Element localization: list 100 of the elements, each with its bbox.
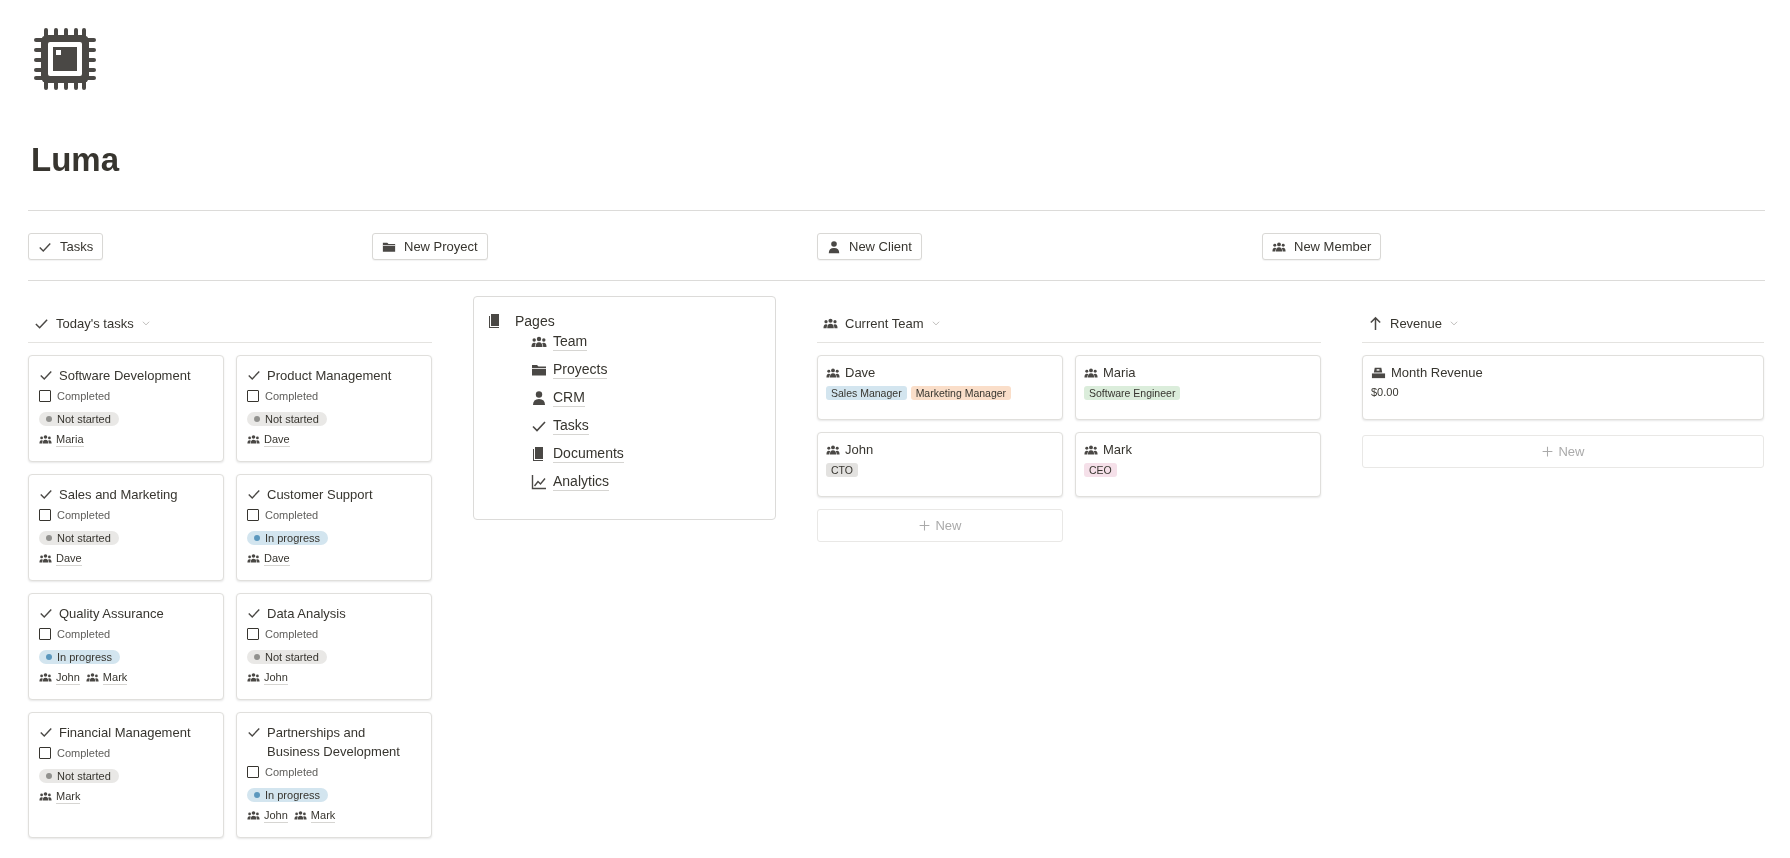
people-icon <box>247 433 260 446</box>
quick-action-button[interactable]: New Member <box>1262 233 1382 260</box>
checkbox[interactable] <box>39 747 51 759</box>
cash-register-icon <box>1371 365 1386 380</box>
member-name: John <box>845 442 874 457</box>
quick-action-button[interactable]: Tasks <box>28 233 104 260</box>
chevron-down-icon <box>140 318 151 328</box>
task-title: Product Management <box>267 367 392 385</box>
task-title: Customer Support <box>267 486 373 504</box>
check-icon <box>39 725 53 739</box>
check-icon <box>39 368 53 382</box>
quick-action-button[interactable]: New Client <box>817 233 922 260</box>
role-tag: Software Engineer <box>1084 386 1181 400</box>
task-card[interactable]: Product Management Completed Not started Dave <box>236 355 432 462</box>
checkbox[interactable] <box>247 766 259 778</box>
checkbox-label: Completed <box>57 628 111 640</box>
folder-icon <box>531 362 547 378</box>
chevron-down-icon <box>930 318 941 328</box>
checkbox[interactable] <box>39 390 51 402</box>
person-link[interactable]: Dave <box>264 432 290 447</box>
member-card[interactable]: Dave Sales Manager Marketing Manager <box>817 355 1063 420</box>
plus-icon <box>918 519 932 532</box>
checkbox[interactable] <box>247 390 259 402</box>
checkbox[interactable] <box>247 628 259 640</box>
checkbox-label: Completed <box>57 390 111 402</box>
view-title[interactable]: Revenue <box>1390 315 1443 331</box>
check-icon <box>39 487 53 501</box>
member-name: Maria <box>1103 365 1136 380</box>
task-title: Software Development <box>59 367 191 385</box>
role-tag: Sales Manager <box>826 386 907 400</box>
plus-icon <box>1541 445 1555 458</box>
checkbox[interactable] <box>39 509 51 521</box>
line-chart-icon <box>531 474 547 490</box>
page-link[interactable]: CRM <box>553 389 585 407</box>
status-tag: Not started <box>247 650 327 664</box>
task-card[interactable]: Financial Management Completed Not started Mark <box>28 712 224 838</box>
checkbox-label: Completed <box>265 628 319 640</box>
task-card[interactable]: Data Analysis Completed Not started John <box>236 593 432 700</box>
view-title[interactable]: Today's tasks <box>56 315 134 331</box>
people-icon <box>39 671 52 684</box>
person-icon <box>827 239 841 254</box>
person-link[interactable]: John <box>264 670 288 685</box>
checkbox-label: Completed <box>265 509 319 521</box>
person-link[interactable]: Dave <box>264 551 290 566</box>
person-link[interactable]: Maria <box>56 432 84 447</box>
revenue-amount: $0.00 <box>1371 386 1400 398</box>
task-card[interactable]: Partnerships and Business Development Completed In progress John Mark <box>236 712 432 838</box>
role-tag: CEO <box>1084 463 1117 477</box>
page-title: Luma <box>31 140 121 180</box>
task-card[interactable]: Quality Assurance Completed In progress John Mark <box>28 593 224 700</box>
role-tag: CTO <box>826 463 858 477</box>
check-icon <box>247 487 261 501</box>
status-tag: Not started <box>39 531 119 545</box>
task-title: Sales and Marketing <box>59 486 178 504</box>
person-link[interactable]: John <box>264 808 288 823</box>
people-icon <box>293 809 307 822</box>
person-link[interactable]: Mark <box>56 789 81 804</box>
member-card[interactable]: Maria Software Engineer <box>1075 355 1321 420</box>
person-link[interactable]: John <box>56 670 80 685</box>
member-card[interactable]: Mark CEO <box>1075 432 1321 497</box>
view-title[interactable]: Current Team <box>845 315 924 331</box>
checkbox[interactable] <box>39 628 51 640</box>
page-link[interactable]: Team <box>553 333 588 351</box>
check-icon <box>247 606 261 620</box>
people-icon <box>39 433 52 446</box>
person-link[interactable]: Dave <box>56 551 82 566</box>
pages-title: Pages <box>515 313 555 329</box>
task-card[interactable]: Software Development Completed Not started Maria <box>28 355 224 462</box>
checkbox[interactable] <box>247 509 259 521</box>
chip-icon <box>32 26 98 92</box>
status-tag: Not started <box>247 412 327 426</box>
task-title: Financial Management <box>59 724 191 742</box>
person-icon <box>531 390 547 406</box>
arrow-up-icon <box>1368 315 1383 331</box>
person-link[interactable]: Mark <box>102 670 128 685</box>
task-title: Data Analysis <box>267 605 346 623</box>
member-name: Mark <box>1103 442 1132 457</box>
status-tag: In progress <box>39 650 121 664</box>
role-tag: Marketing Manager <box>910 386 1012 400</box>
chevron-down-icon <box>1449 318 1460 328</box>
member-card[interactable]: John CTO <box>817 432 1063 497</box>
task-card[interactable]: Sales and Marketing Completed Not started Dave <box>28 474 224 581</box>
person-link[interactable]: Mark <box>310 808 336 823</box>
checkbox-label: Completed <box>265 390 319 402</box>
checkbox-label: Completed <box>57 747 111 759</box>
checkbox-label: Completed <box>265 766 319 778</box>
quick-action-button[interactable]: New Proyect <box>372 233 488 260</box>
page-link[interactable]: Tasks <box>553 417 589 435</box>
page-link[interactable]: Proyects <box>553 361 608 379</box>
checkbox-label: Completed <box>57 509 111 521</box>
check-icon <box>247 368 261 382</box>
revenue-card[interactable]: Month Revenue $0.00 <box>1362 355 1764 420</box>
page-link[interactable]: Documents <box>553 445 624 463</box>
status-tag: In progress <box>247 531 329 545</box>
page-link[interactable]: Analytics <box>553 473 610 491</box>
check-icon <box>39 606 53 620</box>
task-title: Quality Assurance <box>59 605 164 623</box>
task-card[interactable]: Customer Support Completed In progress Dave <box>236 474 432 581</box>
people-icon <box>247 809 260 822</box>
people-icon <box>247 552 260 565</box>
